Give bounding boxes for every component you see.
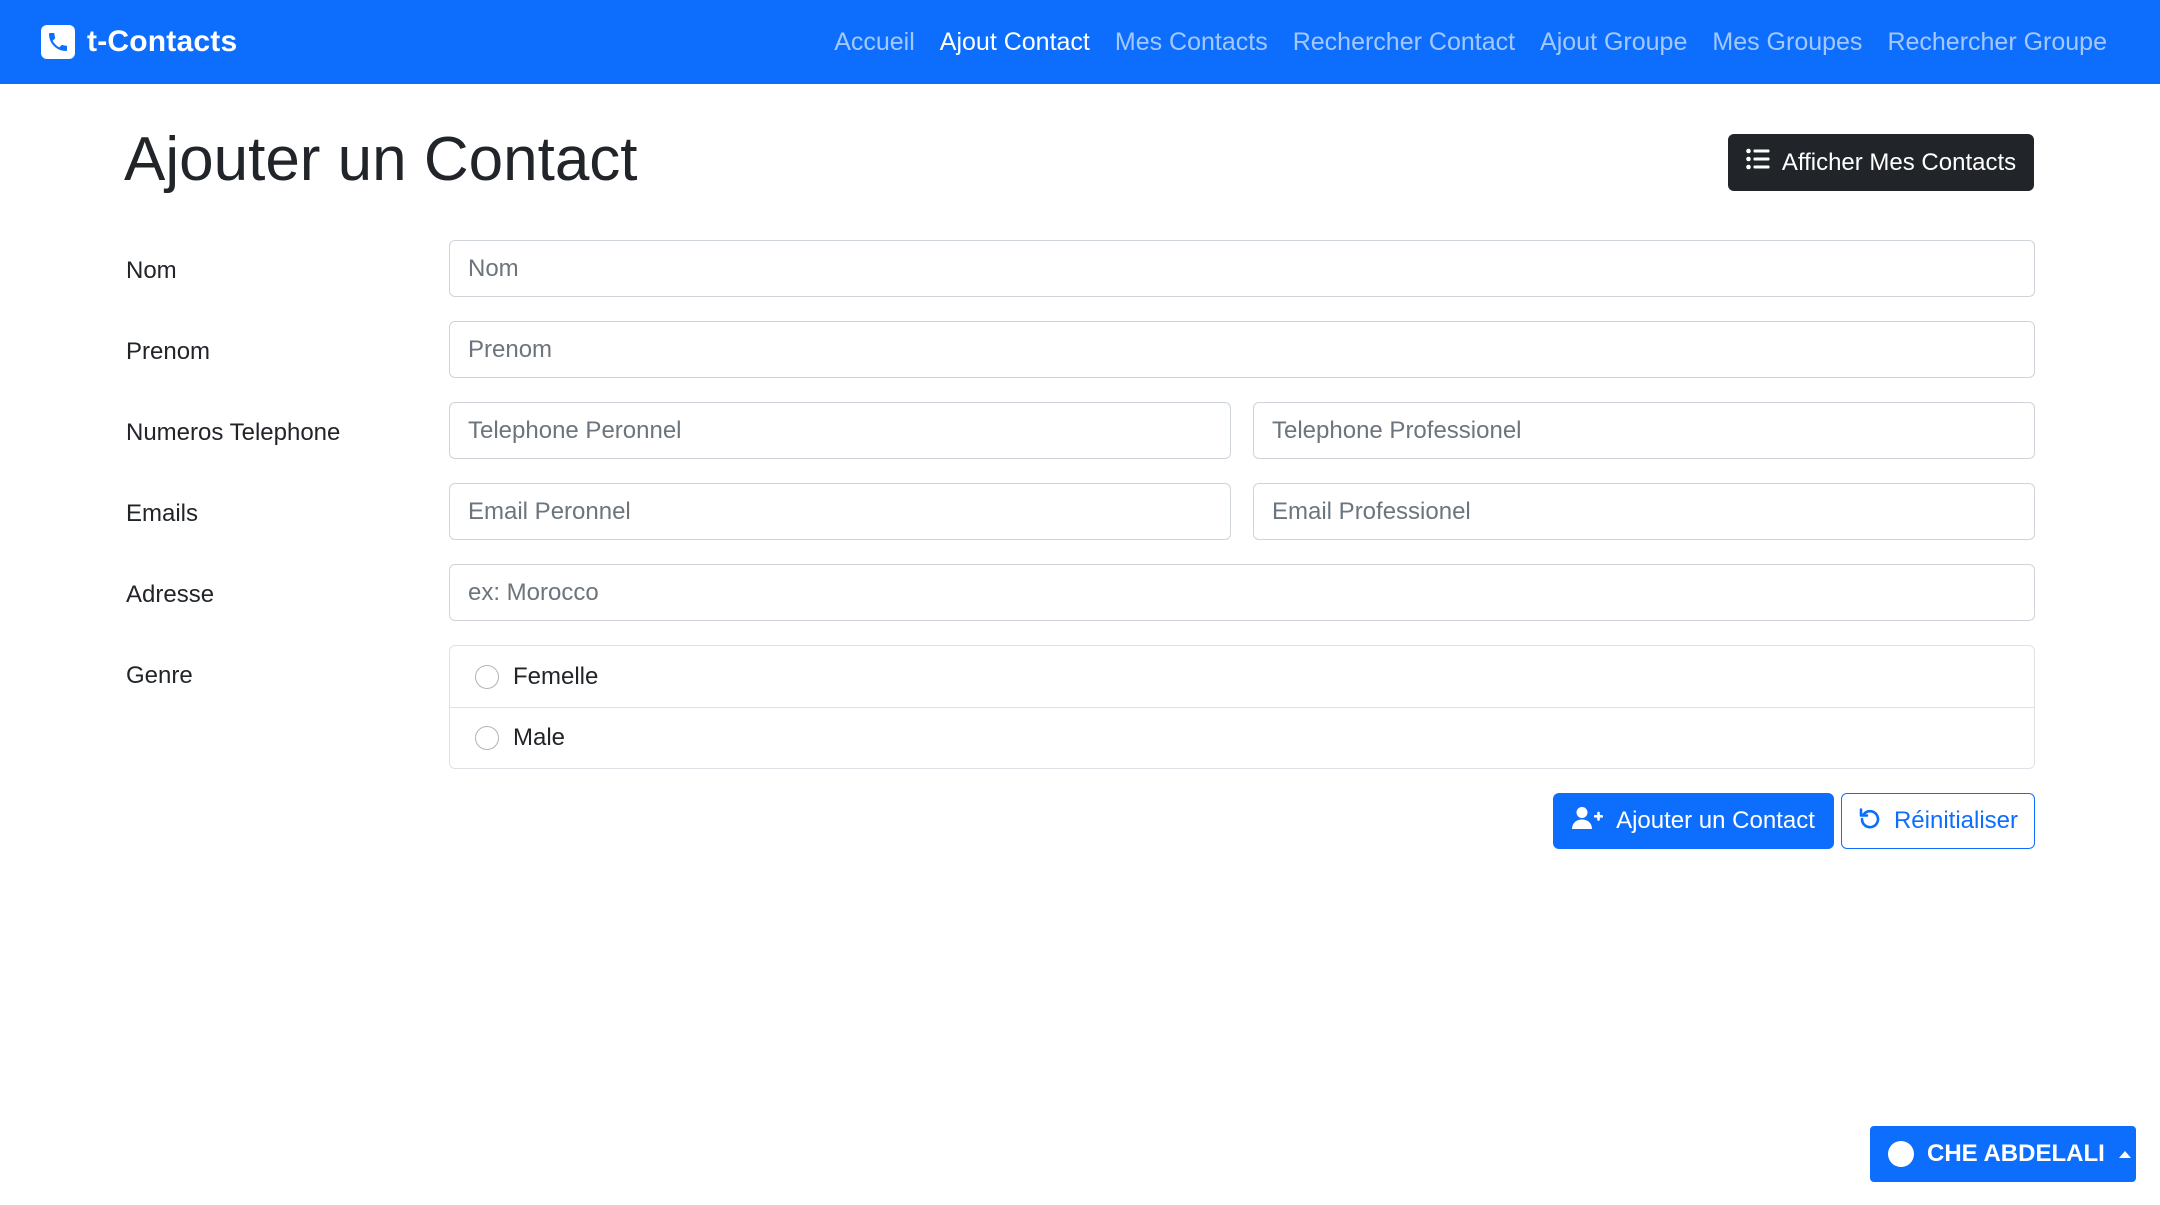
brand-name: t-Contacts xyxy=(87,25,238,58)
telephone-personnel-input[interactable] xyxy=(449,402,1231,459)
add-contact-label: Ajouter un Contact xyxy=(1616,807,1815,834)
reset-label: Réinitialiser xyxy=(1893,807,2019,834)
prenom-label: Prenom xyxy=(126,338,211,365)
radio-femelle[interactable] xyxy=(475,664,499,689)
show-contacts-button[interactable]: Afficher Mes Contacts xyxy=(1728,134,2034,191)
radio-male-label: Male xyxy=(513,724,566,751)
reset-button[interactable]: Réinitialiser xyxy=(1841,793,2035,849)
nav-rechercher-groupe[interactable]: Rechercher Groupe xyxy=(1887,24,2107,60)
nav-mes-contacts[interactable]: Mes Contacts xyxy=(1115,24,1268,60)
nav-ajout-groupe[interactable]: Ajout Groupe xyxy=(1540,24,1687,60)
telephone-professionel-input[interactable] xyxy=(1253,402,2035,459)
nav-rechercher-contact[interactable]: Rechercher Contact xyxy=(1293,24,1515,60)
email-personnel-input[interactable] xyxy=(449,483,1231,540)
phone-icon xyxy=(41,25,75,59)
caret-up-icon xyxy=(2118,1150,2131,1158)
undo-icon xyxy=(1858,806,1882,837)
nom-input[interactable] xyxy=(449,240,2035,297)
genre-option-femelle[interactable]: Femelle xyxy=(450,646,2034,707)
radio-femelle-label: Femelle xyxy=(513,662,599,690)
user-menu-button[interactable]: CHE ABDELALI xyxy=(1870,1126,2136,1182)
genre-label: Genre xyxy=(126,662,193,689)
genre-radio-group: Femelle Male xyxy=(449,645,2035,769)
nav-accueil[interactable]: Accueil xyxy=(834,24,915,60)
nom-label: Nom xyxy=(126,257,177,284)
show-contacts-label: Afficher Mes Contacts xyxy=(1781,148,2017,176)
add-contact-button[interactable]: Ajouter un Contact xyxy=(1553,793,1834,849)
nav-mes-groupes[interactable]: Mes Groupes xyxy=(1712,24,1862,60)
nav-ajout-contact[interactable]: Ajout Contact xyxy=(940,24,1090,60)
prenom-input[interactable] xyxy=(449,321,2035,378)
genre-option-male[interactable]: Male xyxy=(450,707,2034,768)
radio-male[interactable] xyxy=(475,726,499,750)
user-plus-icon xyxy=(1572,806,1604,837)
main-nav: Accueil Ajout Contact Mes Contacts Reche… xyxy=(834,24,2107,60)
user-name: CHE ABDELALI xyxy=(1927,1140,2105,1167)
list-icon xyxy=(1746,148,1770,177)
navbar: t-Contacts Accueil Ajout Contact Mes Con… xyxy=(0,0,2160,84)
user-avatar-icon xyxy=(1888,1141,1914,1167)
email-professionel-input[interactable] xyxy=(1253,483,2035,540)
brand[interactable]: t-Contacts xyxy=(41,22,237,62)
page-title: Ajouter un Contact xyxy=(124,125,638,194)
adresse-input[interactable] xyxy=(449,564,2035,621)
adresse-label: Adresse xyxy=(126,581,215,608)
telephone-label: Numeros Telephone xyxy=(126,419,341,446)
emails-label: Emails xyxy=(126,500,199,527)
